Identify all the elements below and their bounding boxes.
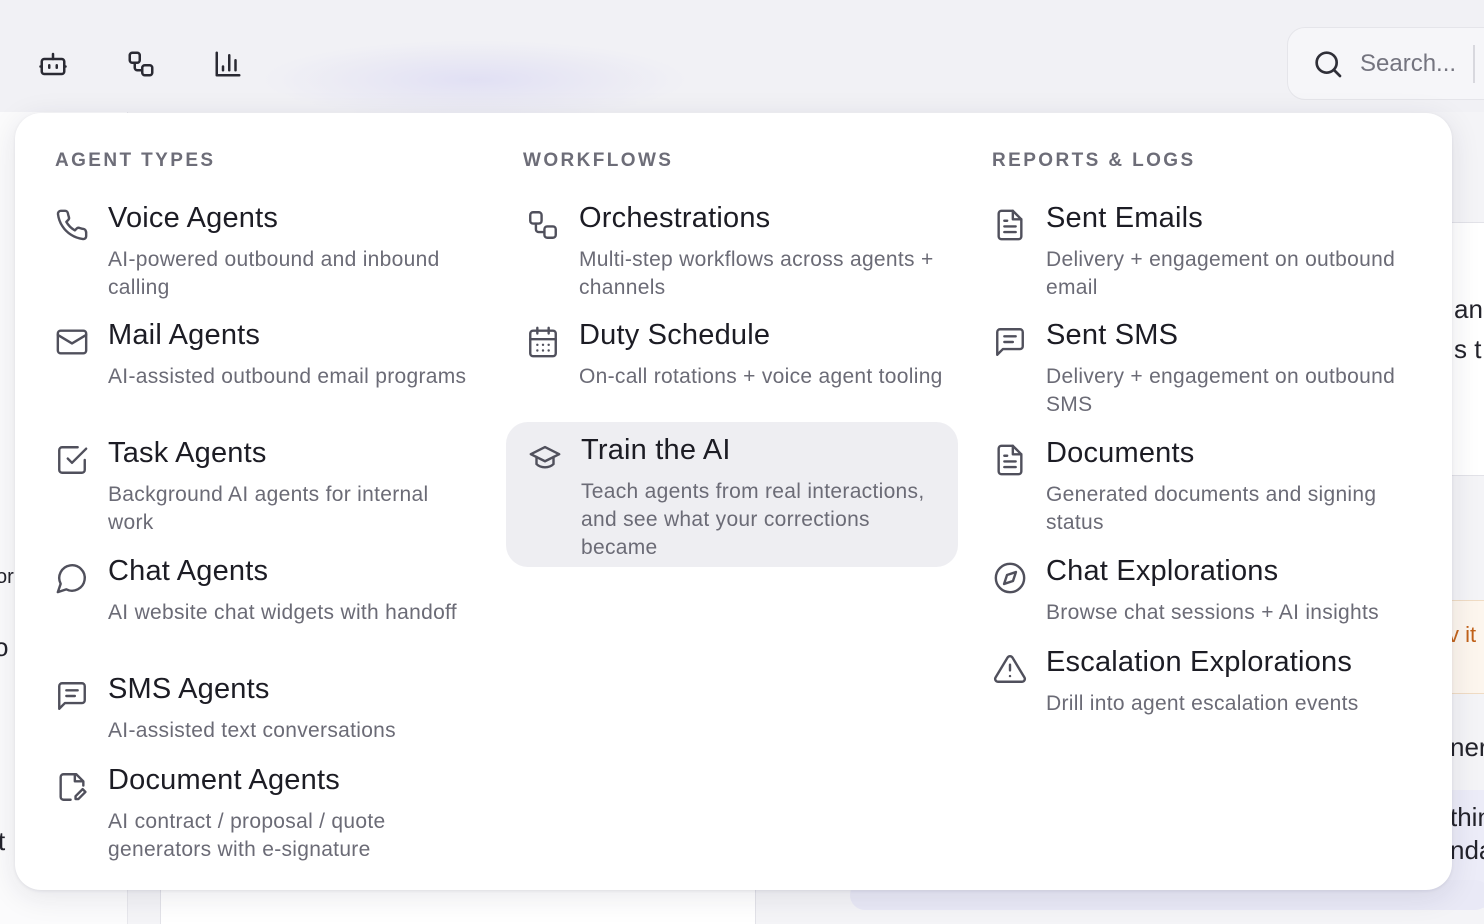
- compass-icon: [993, 561, 1027, 595]
- menu-item-title: SMS Agents: [108, 673, 270, 705]
- menu-item-description: Multi-step workflows across agents + cha…: [579, 248, 934, 299]
- menu-item-chat-explorations[interactable]: Chat Explorations Browse chat sessions +…: [971, 549, 1423, 624]
- menu-item-title: Mail Agents: [108, 319, 261, 351]
- menu-item-description: Background AI agents for internal work: [108, 483, 429, 534]
- file-signature-icon: [55, 770, 89, 804]
- menu-item-title: Train the AI: [581, 434, 731, 466]
- warning-triangle-icon: [993, 652, 1027, 686]
- document-icon: [993, 208, 1027, 242]
- checkbox-icon: [55, 443, 89, 477]
- menu-item-title: Chat Agents: [108, 555, 269, 587]
- topbar-highlight: [260, 40, 690, 120]
- background-text: t: [0, 826, 6, 856]
- menu-item-chat-agents[interactable]: Chat Agents AI website chat widgets with…: [33, 549, 485, 651]
- menu-item-description: Teach agents from real interactions, and…: [581, 480, 925, 559]
- phone-icon: [55, 208, 89, 242]
- calendar-icon: [526, 325, 560, 359]
- bar-chart-icon[interactable]: [208, 44, 248, 84]
- top-bar: [0, 0, 1484, 120]
- menu-item-sms-agents[interactable]: SMS Agents AI-assisted text conversation…: [33, 667, 485, 742]
- column-heading: REPORTS & LOGS: [992, 150, 1196, 171]
- menu-item-title: Orchestrations: [579, 202, 771, 234]
- background-text: v it: [1448, 622, 1477, 647]
- robot-icon[interactable]: [33, 44, 73, 84]
- menu-item-description: AI website chat widgets with handoff: [108, 601, 457, 624]
- menu-item-escalation-explorations[interactable]: Escalation Explorations Drill into agent…: [971, 640, 1423, 715]
- workflow-icon[interactable]: [121, 44, 161, 84]
- menu-item-title: Escalation Explorations: [1046, 646, 1353, 678]
- background-text: or: [0, 566, 14, 588]
- background-text: anc: [1454, 294, 1484, 324]
- graduation-cap-icon: [528, 440, 562, 474]
- workflow-icon: [526, 208, 560, 242]
- menu-item-duty-schedule[interactable]: Duty Schedule On-call rotations + voice …: [504, 313, 956, 415]
- document-icon: [993, 443, 1027, 477]
- mail-icon: [55, 325, 89, 359]
- background-text: thin: [1450, 802, 1484, 832]
- menu-item-documents[interactable]: Documents Generated documents and signin…: [971, 431, 1423, 534]
- search-box[interactable]: [1287, 27, 1484, 100]
- menu-item-description: Generated documents and signing status: [1046, 483, 1377, 534]
- search-icon: [1315, 50, 1342, 77]
- menu-item-title: Documents: [1046, 437, 1195, 469]
- menu-item-title: Document Agents: [108, 764, 340, 796]
- column-heading: AGENT TYPES: [55, 150, 216, 171]
- menu-item-description: AI-powered outbound and inbound calling: [108, 248, 440, 299]
- menu-item-voice-agents[interactable]: Voice Agents AI-powered outbound and inb…: [33, 196, 485, 299]
- search-input[interactable]: [1360, 49, 1484, 78]
- menu-item-description: Delivery + engagement on outbound SMS: [1046, 365, 1396, 416]
- menu-item-orchestrations[interactable]: Orchestrations Multi-step workflows acro…: [504, 196, 956, 299]
- menu-item-description: Drill into agent escalation events: [1046, 692, 1359, 715]
- menu-item-title: Voice Agents: [108, 202, 279, 234]
- chat-bubble-icon: [55, 561, 89, 595]
- menu-item-description: AI-assisted outbound email programs: [108, 365, 467, 388]
- menu-item-title: Duty Schedule: [579, 319, 771, 351]
- menu-item-description: On-call rotations + voice agent tooling: [579, 365, 943, 388]
- menu-item-title: Sent Emails: [1046, 202, 1203, 234]
- menu-item-train-the-ai[interactable]: Train the AI Teach agents from real inte…: [506, 422, 958, 567]
- menu-item-title: Sent SMS: [1046, 319, 1179, 351]
- background-text: nda: [1450, 835, 1484, 865]
- background-text: nere: [1450, 732, 1484, 762]
- background-text: s t: [1454, 334, 1482, 364]
- menu-item-sent-sms[interactable]: Sent SMS Delivery + engagement on outbou…: [971, 313, 1423, 416]
- menu-item-task-agents[interactable]: Task Agents Background AI agents for int…: [33, 431, 485, 534]
- menu-item-title: Chat Explorations: [1046, 555, 1279, 587]
- menu-item-sent-emails[interactable]: Sent Emails Delivery + engagement on out…: [971, 196, 1423, 299]
- menu-item-description: AI contract / proposal / quote generator…: [108, 810, 386, 861]
- menu-item-description: AI-assisted text conversations: [108, 719, 396, 742]
- menu-item-document-agents[interactable]: Document Agents AI contract / proposal /…: [33, 758, 485, 861]
- message-lines-icon: [55, 679, 89, 713]
- menu-item-description: Delivery + engagement on outbound email: [1046, 248, 1396, 299]
- message-lines-icon: [993, 325, 1027, 359]
- navigation-mega-menu: AGENT TYPES Voice Agents AI-powered outb…: [15, 113, 1452, 890]
- column-heading: WORKFLOWS: [523, 150, 674, 171]
- menu-item-description: Browse chat sessions + AI insights: [1046, 601, 1379, 624]
- background-text: o: [0, 632, 9, 662]
- search-divider: [1473, 45, 1475, 83]
- menu-item-mail-agents[interactable]: Mail Agents AI-assisted outbound email p…: [33, 313, 485, 415]
- menu-item-title: Task Agents: [108, 437, 267, 469]
